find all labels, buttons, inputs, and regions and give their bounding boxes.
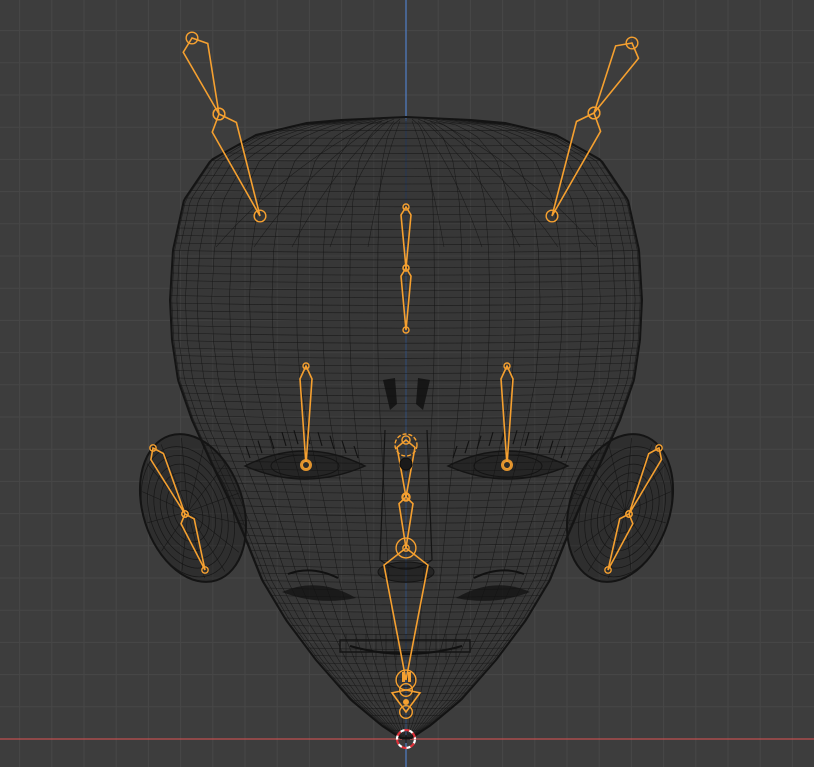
3d-viewport[interactable] [0, 0, 814, 767]
bone-ear-tip-left-upper[interactable] [182, 31, 226, 121]
chin-marker-left [402, 672, 405, 682]
chin-marker-right [408, 672, 411, 682]
eye-left-joint [300, 459, 312, 471]
nose-dot [399, 457, 413, 471]
origin-point-icon [403, 699, 409, 705]
eye-right-joint [501, 459, 513, 471]
joint-center [504, 462, 510, 468]
bone-shape [182, 37, 220, 115]
joint-center [303, 462, 309, 468]
viewport-canvas[interactable] [0, 0, 814, 767]
